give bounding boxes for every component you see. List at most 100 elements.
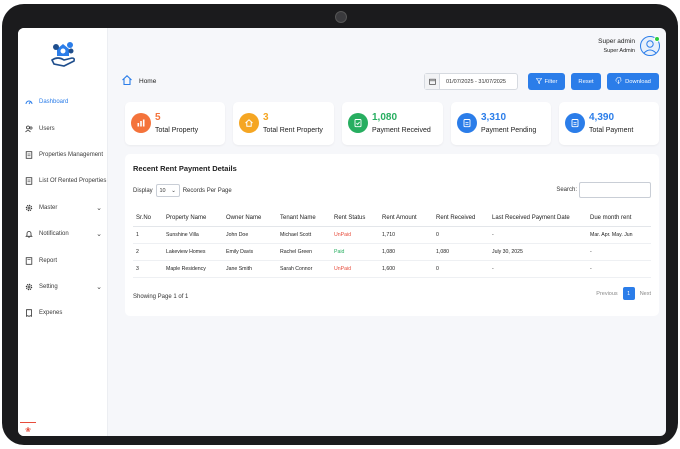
search-input[interactable] bbox=[579, 182, 651, 198]
cell-tenant-name: Rachel Green bbox=[277, 243, 331, 261]
table-row[interactable]: 2 Lakeview Homes Emily Davis Rachel Gree… bbox=[133, 243, 651, 261]
cell-rent-received: 0 bbox=[433, 260, 489, 278]
gear-icon bbox=[25, 283, 33, 291]
stat-value: 3 bbox=[263, 112, 269, 123]
user-name: Super admin bbox=[598, 38, 635, 45]
app-screen: Dashboard Users Properties Management Li… bbox=[18, 28, 666, 436]
next-page-button[interactable]: Next bbox=[640, 291, 651, 297]
download-button[interactable]: Download bbox=[607, 73, 659, 90]
gear-icon bbox=[25, 204, 33, 212]
previous-page-button[interactable]: Previous bbox=[596, 291, 617, 297]
sidebar-item-rented-properties[interactable]: List Of Rented Properties bbox=[18, 173, 108, 189]
sidebar-item-label: Dashboard bbox=[39, 99, 69, 105]
home-icon[interactable] bbox=[121, 74, 133, 88]
table-header-row: Sr.No Property Name Owner Name Tenant Na… bbox=[133, 211, 651, 227]
stat-value: 5 bbox=[155, 112, 161, 123]
pagination-summary: Showing Page 1 of 1 bbox=[133, 294, 189, 300]
cell-rent-amount: 1,600 bbox=[379, 260, 433, 278]
cell-last-payment-date: - bbox=[489, 226, 587, 244]
filter-button[interactable]: Filter bbox=[528, 73, 565, 90]
clipboard-icon bbox=[457, 113, 477, 133]
home-icon bbox=[239, 113, 259, 133]
chart-icon bbox=[131, 113, 151, 133]
cell-rent-status: UnPaid bbox=[331, 260, 379, 278]
column-header[interactable]: Sr.No bbox=[133, 211, 163, 227]
column-header[interactable]: Tenant Name bbox=[277, 211, 331, 227]
sidebar-item-properties-management[interactable]: Properties Management bbox=[18, 147, 108, 163]
cell-last-payment-date: - bbox=[489, 260, 587, 278]
stat-card-total-property[interactable]: 5 Total Property bbox=[125, 102, 225, 145]
clipboard-icon bbox=[565, 113, 585, 133]
cell-tenant-name: Michael Scott bbox=[277, 226, 331, 244]
stat-card-payment-pending[interactable]: 3,310 Payment Pending bbox=[451, 102, 551, 145]
cell-due-month-rent: - bbox=[587, 243, 651, 261]
stat-card-total-rent-property[interactable]: 3 Total Rent Property bbox=[233, 102, 334, 145]
document-icon bbox=[25, 177, 33, 185]
sidebar-item-master[interactable]: Master ⌄ bbox=[18, 200, 108, 216]
chevron-down-icon: ⌄ bbox=[171, 187, 176, 194]
stat-card-payment-received[interactable]: 1,080 Payment Received bbox=[342, 102, 443, 145]
stat-label: Total Rent Property bbox=[263, 127, 323, 134]
cell-last-payment-date: July 30, 2025 bbox=[489, 243, 587, 261]
sidebar-item-label: Expenes bbox=[39, 310, 63, 316]
cell-property-name: Sunshine Villa bbox=[163, 226, 223, 244]
cell-rent-amount: 1,080 bbox=[379, 243, 433, 261]
column-header[interactable]: Due month rent bbox=[587, 211, 651, 227]
sidebar-item-expenes[interactable]: Expenes bbox=[18, 305, 108, 321]
reset-button[interactable]: Reset bbox=[571, 73, 601, 90]
collapse-toggle-icon[interactable]: ❀ bbox=[20, 422, 36, 436]
online-status-dot bbox=[654, 36, 660, 42]
pagination: Previous 1 Next bbox=[596, 287, 651, 300]
column-header[interactable]: Rent Amount bbox=[379, 211, 433, 227]
column-header[interactable]: Rent Received bbox=[433, 211, 489, 227]
date-range-picker[interactable]: 01/07/2025 - 31/07/2025 bbox=[424, 73, 518, 90]
logo-icon bbox=[48, 40, 78, 72]
document-icon bbox=[25, 151, 33, 159]
cell-sr-no: 2 bbox=[133, 243, 163, 261]
column-header[interactable]: Owner Name bbox=[223, 211, 277, 227]
filter-icon bbox=[535, 77, 542, 86]
cell-tenant-name: Sarah Connor bbox=[277, 260, 331, 278]
sidebar-item-label: Notification bbox=[39, 231, 69, 237]
sidebar-item-users[interactable]: Users bbox=[18, 121, 108, 137]
stat-card-total-payment[interactable]: 4,390 Total Payment bbox=[559, 102, 659, 145]
sidebar-item-label: Report bbox=[39, 258, 58, 264]
sidebar-item-setting[interactable]: Setting ⌄ bbox=[18, 279, 108, 295]
page-size-control: Display 10 ⌄ Records Per Page bbox=[133, 184, 232, 197]
sidebar-item-notification[interactable]: Notification ⌄ bbox=[18, 226, 108, 242]
stat-label: Payment Received bbox=[372, 127, 431, 134]
column-header[interactable]: Property Name bbox=[163, 211, 223, 227]
users-icon bbox=[25, 125, 33, 133]
page-size-select[interactable]: 10 ⌄ bbox=[155, 184, 180, 197]
cell-sr-no: 1 bbox=[133, 226, 163, 244]
camera-icon bbox=[335, 11, 347, 23]
avatar[interactable] bbox=[640, 36, 660, 56]
cell-owner-name: Jane Smith bbox=[223, 260, 277, 278]
sidebar: Dashboard Users Properties Management Li… bbox=[18, 28, 108, 436]
sidebar-item-dashboard[interactable]: Dashboard bbox=[18, 94, 108, 110]
cell-rent-status: Paid bbox=[331, 243, 379, 261]
column-header[interactable]: Rent Status bbox=[331, 211, 379, 227]
table-row[interactable]: 1 Sunshine Villa John Doe Michael Scott … bbox=[133, 226, 651, 244]
sidebar-item-report[interactable]: Report bbox=[18, 253, 108, 269]
cell-due-month-rent: Mar. Apr. May. Jun bbox=[587, 226, 651, 244]
cell-property-name: Maple Residency bbox=[163, 260, 223, 278]
page-button-1[interactable]: 1 bbox=[622, 287, 635, 300]
breadcrumb-home[interactable]: Home bbox=[139, 78, 156, 85]
calendar-icon bbox=[425, 74, 440, 89]
report-icon bbox=[25, 257, 33, 265]
cell-property-name: Lakeview Homes bbox=[163, 243, 223, 261]
cell-owner-name: John Doe bbox=[223, 226, 277, 244]
user-menu[interactable]: Super admin Super Admin bbox=[598, 36, 660, 56]
cell-rent-received: 1,080 bbox=[433, 243, 489, 261]
cell-sr-no: 3 bbox=[133, 260, 163, 278]
cell-owner-name: Emily Davis bbox=[223, 243, 277, 261]
dashboard-icon bbox=[25, 98, 33, 106]
panel-title: Recent Rent Payment Details bbox=[133, 164, 237, 173]
table-row[interactable]: 3 Maple Residency Jane Smith Sarah Conno… bbox=[133, 260, 651, 278]
recent-payments-panel: Recent Rent Payment Details Display 10 ⌄… bbox=[125, 154, 659, 316]
stat-value: 1,080 bbox=[372, 112, 398, 123]
bell-icon bbox=[25, 230, 33, 238]
column-header[interactable]: Last Received Payment Date bbox=[489, 211, 587, 227]
download-icon bbox=[615, 76, 622, 86]
